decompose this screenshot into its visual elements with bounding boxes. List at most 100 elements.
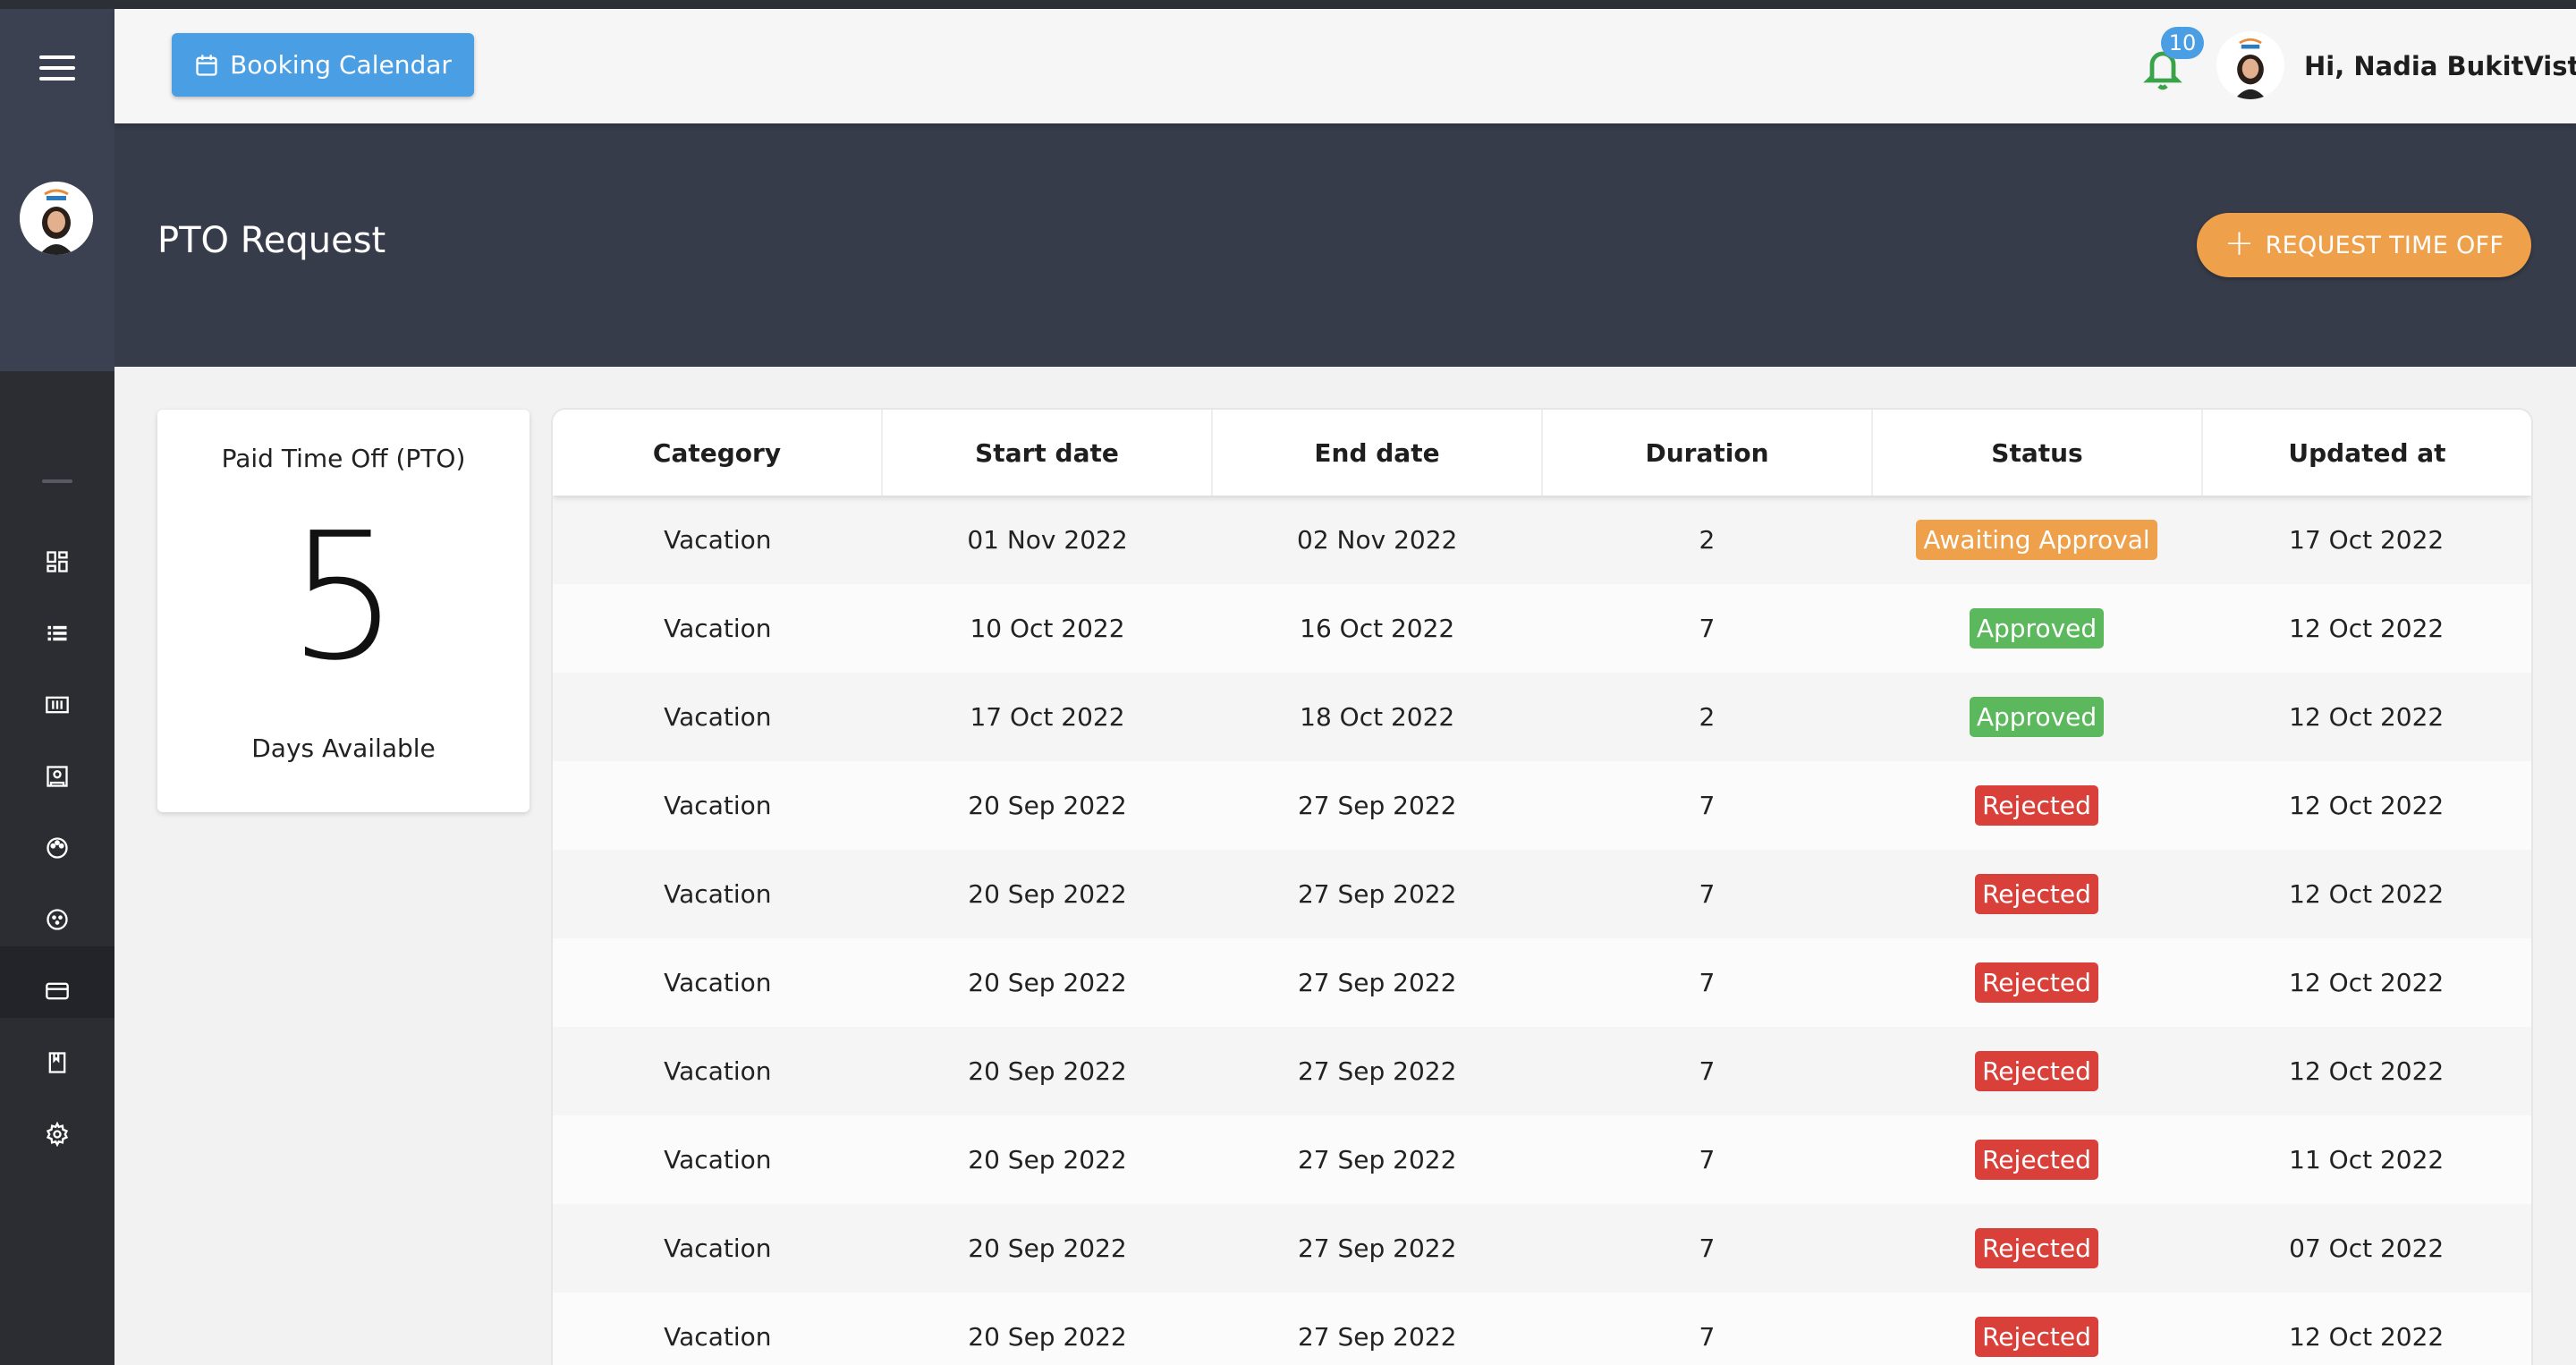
avatar[interactable] xyxy=(20,182,93,255)
cell-duration: 7 xyxy=(1699,1234,1716,1263)
calendar-icon xyxy=(196,54,217,76)
request-time-off-button[interactable]: + REQUEST TIME OFF xyxy=(2197,213,2531,277)
request-time-off-label: REQUEST TIME OFF xyxy=(2265,231,2504,259)
report-icon[interactable] xyxy=(39,759,75,794)
user-avatar[interactable] xyxy=(2216,31,2284,99)
cell-status: Rejected xyxy=(1872,850,2202,938)
palette-icon[interactable] xyxy=(39,830,75,866)
cell-category: Vacation xyxy=(664,879,772,909)
pto-summary-card: Paid Time Off (PTO) 5 Days Available xyxy=(157,410,530,812)
table-body: Vacation 01 Nov 2022 02 Nov 2022 2 Awaiting … xyxy=(553,496,2531,1365)
status-badge: Awaiting Approval xyxy=(1916,520,2157,560)
cell-end-date: 27 Sep 2022 xyxy=(1297,968,1457,997)
cell-status: Awaiting Approval xyxy=(1872,496,2202,584)
cell-duration: 2 xyxy=(1699,525,1716,555)
hamburger-menu-icon[interactable] xyxy=(39,55,75,84)
notification-badge: 10 xyxy=(2161,27,2204,59)
cell-status: Rejected xyxy=(1872,761,2202,850)
pto-subtitle: Days Available xyxy=(251,733,436,763)
column-header-duration[interactable]: Duration xyxy=(1543,410,1873,496)
cell-category: Vacation xyxy=(664,791,772,820)
column-header-category[interactable]: Category xyxy=(553,410,883,496)
cell-status: Rejected xyxy=(1872,1027,2202,1115)
card-icon[interactable] xyxy=(39,973,75,1009)
column-header-status[interactable]: Status xyxy=(1873,410,2203,496)
cell-updated-at: 11 Oct 2022 xyxy=(2289,1145,2445,1174)
cell-category: Vacation xyxy=(664,968,772,997)
cell-status: Rejected xyxy=(1872,1115,2202,1204)
cell-updated-at: 12 Oct 2022 xyxy=(2289,702,2445,732)
cell-start-date: 20 Sep 2022 xyxy=(968,1322,1127,1352)
cell-updated-at: 17 Oct 2022 xyxy=(2289,525,2445,555)
top-header: Booking Calendar 10 Hi, Nadia BukitVista xyxy=(114,9,2576,123)
cell-end-date: 16 Oct 2022 xyxy=(1300,614,1455,643)
cell-end-date: 27 Sep 2022 xyxy=(1297,791,1457,820)
status-badge: Rejected xyxy=(1975,1228,2098,1268)
cell-duration: 7 xyxy=(1699,1145,1716,1174)
table-row[interactable]: Vacation 17 Oct 2022 18 Oct 2022 2 Approved 1… xyxy=(553,673,2531,761)
cell-updated-at: 12 Oct 2022 xyxy=(2289,968,2445,997)
cell-category: Vacation xyxy=(664,1056,772,1086)
booking-calendar-button[interactable]: Booking Calendar xyxy=(172,33,474,97)
book-icon[interactable] xyxy=(39,1045,75,1081)
status-badge: Rejected xyxy=(1975,785,2098,826)
cell-category: Vacation xyxy=(664,1145,772,1174)
cell-updated-at: 07 Oct 2022 xyxy=(2289,1234,2445,1263)
table-row[interactable]: Vacation 20 Sep 2022 27 Sep 2022 7 Rejected 1… xyxy=(553,1293,2531,1365)
column-header-updated-at[interactable]: Updated at xyxy=(2203,410,2531,496)
table-row[interactable]: Vacation 20 Sep 2022 27 Sep 2022 7 Rejected 1… xyxy=(553,938,2531,1027)
dashboard-icon[interactable] xyxy=(39,544,75,580)
cell-start-date: 20 Sep 2022 xyxy=(968,968,1127,997)
table-row[interactable]: Vacation 20 Sep 2022 27 Sep 2022 7 Rejected 1… xyxy=(553,850,2531,938)
table-header: Category Start date End date Duration St… xyxy=(553,410,2531,496)
list-icon[interactable] xyxy=(39,615,75,651)
table-row[interactable]: Vacation 20 Sep 2022 27 Sep 2022 7 Rejected 1… xyxy=(553,761,2531,850)
table-row[interactable]: Vacation 01 Nov 2022 02 Nov 2022 2 Awaiting … xyxy=(553,496,2531,584)
cell-category: Vacation xyxy=(664,614,772,643)
cell-status: Rejected xyxy=(1872,938,2202,1027)
cell-duration: 7 xyxy=(1699,1056,1716,1086)
cell-end-date: 02 Nov 2022 xyxy=(1297,525,1458,555)
cell-category: Vacation xyxy=(664,702,772,732)
column-header-start-date[interactable]: Start date xyxy=(883,410,1213,496)
cell-start-date: 20 Sep 2022 xyxy=(968,879,1127,909)
status-badge: Rejected xyxy=(1975,1140,2098,1180)
cell-updated-at: 12 Oct 2022 xyxy=(2289,879,2445,909)
table-row[interactable]: Vacation 10 Oct 2022 16 Oct 2022 7 Approved 1… xyxy=(553,584,2531,673)
calendar-grid-icon[interactable] xyxy=(39,687,75,723)
sidebar xyxy=(0,9,114,1365)
cell-duration: 7 xyxy=(1699,1322,1716,1352)
window-top-strip xyxy=(0,0,2576,9)
status-badge: Rejected xyxy=(1975,1051,2098,1091)
cell-start-date: 17 Oct 2022 xyxy=(970,702,1125,732)
cell-end-date: 27 Sep 2022 xyxy=(1297,1322,1457,1352)
booking-calendar-label: Booking Calendar xyxy=(230,50,452,80)
page-banner: PTO Request + REQUEST TIME OFF xyxy=(114,123,2576,367)
cell-status: Approved xyxy=(1872,673,2202,761)
cell-status: Approved xyxy=(1872,584,2202,673)
cell-status: Rejected xyxy=(1872,1204,2202,1293)
sidebar-divider xyxy=(42,479,72,483)
cell-start-date: 20 Sep 2022 xyxy=(968,1056,1127,1086)
table-row[interactable]: Vacation 20 Sep 2022 27 Sep 2022 7 Rejected 1… xyxy=(553,1027,2531,1115)
gear-icon[interactable] xyxy=(39,1116,75,1152)
cell-start-date: 01 Nov 2022 xyxy=(967,525,1128,555)
pto-request-table: Category Start date End date Duration St… xyxy=(553,410,2531,1365)
cell-start-date: 20 Sep 2022 xyxy=(968,1234,1127,1263)
cell-end-date: 27 Sep 2022 xyxy=(1297,1145,1457,1174)
cell-updated-at: 12 Oct 2022 xyxy=(2289,614,2445,643)
status-badge: Approved xyxy=(1969,697,2105,737)
plus-icon: + xyxy=(2224,223,2255,264)
status-badge: Rejected xyxy=(1975,874,2098,914)
cell-duration: 7 xyxy=(1699,879,1716,909)
cell-updated-at: 12 Oct 2022 xyxy=(2289,1322,2445,1352)
column-header-end-date[interactable]: End date xyxy=(1213,410,1543,496)
face-icon[interactable] xyxy=(39,902,75,937)
status-badge: Approved xyxy=(1969,608,2105,649)
table-row[interactable]: Vacation 20 Sep 2022 27 Sep 2022 7 Rejected 0… xyxy=(553,1204,2531,1293)
table-row[interactable]: Vacation 20 Sep 2022 27 Sep 2022 7 Rejected 1… xyxy=(553,1115,2531,1204)
cell-updated-at: 12 Oct 2022 xyxy=(2289,791,2445,820)
cell-start-date: 20 Sep 2022 xyxy=(968,791,1127,820)
cell-start-date: 20 Sep 2022 xyxy=(968,1145,1127,1174)
pto-days-count: 5 xyxy=(287,496,400,699)
